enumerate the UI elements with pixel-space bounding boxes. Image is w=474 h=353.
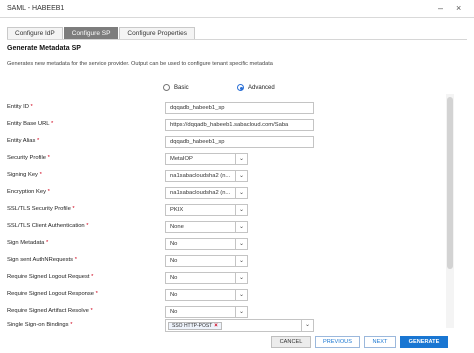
minimize-icon[interactable]: – (438, 2, 443, 14)
scrollbar-thumb[interactable] (447, 97, 453, 269)
generate-button[interactable]: GENERATE (400, 336, 448, 348)
encryption-key-select[interactable]: na1sabacloudsha2 (n... ⌄ (165, 187, 248, 199)
ssl-tls-security-profile-select[interactable]: PKIX ⌄ (165, 204, 248, 216)
chevron-down-icon: ⌄ (235, 273, 247, 283)
require-signed-logout-request-label: Require Signed Logout Request * (7, 274, 94, 280)
ssl-tls-client-auth-select[interactable]: None ⌄ (165, 221, 248, 233)
sso-bindings-label: Single Sign-on Bindings * (7, 322, 73, 328)
advanced-radio-label: Advanced (248, 84, 275, 91)
entity-alias-label: Entity Alias * (7, 138, 40, 144)
require-signed-artifact-resolve-label: Require Signed Artifact Resolve * (7, 308, 93, 314)
entity-base-url-input[interactable]: https://dqqadb_habeeb1.sabacloud.com/Sab… (165, 119, 314, 131)
chevron-down-icon: ⌄ (235, 239, 247, 249)
security-profile-label: Security Profile * (7, 155, 50, 161)
signing-key-select[interactable]: na1sabacloudsha2 (n... ⌄ (165, 170, 248, 182)
chevron-down-icon: ⌄ (235, 154, 247, 164)
window-titlebar: SAML - HABEEB1 – × (0, 0, 474, 18)
sso-binding-chip: SSO HTTP-POST × (168, 322, 222, 330)
require-signed-logout-response-select[interactable]: No ⌄ (165, 289, 248, 301)
basic-radio-option[interactable]: Basic (163, 84, 189, 91)
remove-chip-icon[interactable]: × (214, 323, 218, 330)
section-description: Generates new metadata for the service p… (7, 61, 273, 67)
chevron-down-icon: ⌄ (235, 307, 247, 317)
tab-divider (7, 39, 467, 40)
security-profile-select[interactable]: MetaIOP ⌄ (165, 153, 248, 165)
previous-button[interactable]: PREVIOUS (315, 336, 360, 348)
close-icon[interactable]: × (456, 2, 461, 14)
sign-sent-authn-label: Sign sent AuthNRequests * (7, 257, 77, 263)
basic-radio[interactable] (163, 84, 170, 91)
form-scrollbar[interactable] (446, 94, 454, 328)
advanced-radio[interactable] (237, 84, 244, 91)
section-heading: Generate Metadata SP (7, 45, 81, 52)
chevron-down-icon: ⌄ (235, 256, 247, 266)
sign-sent-authn-select[interactable]: No ⌄ (165, 255, 248, 267)
require-signed-logout-request-select[interactable]: No ⌄ (165, 272, 248, 284)
ssl-tls-security-profile-label: SSL/TLS Security Profile * (7, 206, 75, 212)
chevron-down-icon: ⌄ (235, 171, 247, 181)
require-signed-artifact-resolve-select[interactable]: No ⌄ (165, 306, 248, 318)
window-title: SAML - HABEEB1 (7, 5, 65, 12)
encryption-key-label: Encryption Key * (7, 189, 50, 195)
chevron-down-icon: ⌄ (301, 320, 313, 331)
sso-bindings-multiselect[interactable]: SSO HTTP-POST × ⌄ (165, 319, 314, 332)
entity-id-input[interactable]: dqqadb_habeeb1_sp (165, 102, 314, 114)
entity-alias-input[interactable]: dqqadb_habeeb1_sp (165, 136, 314, 148)
chevron-down-icon: ⌄ (235, 222, 247, 232)
require-signed-logout-response-label: Require Signed Logout Response * (7, 291, 98, 297)
basic-radio-label: Basic (174, 84, 189, 91)
next-button[interactable]: NEXT (364, 336, 396, 348)
chevron-down-icon: ⌄ (235, 188, 247, 198)
cancel-button[interactable]: CANCEL (271, 336, 311, 348)
advanced-radio-option[interactable]: Advanced (237, 84, 275, 91)
entity-base-url-label: Entity Base URL * (7, 121, 54, 127)
chevron-down-icon: ⌄ (235, 290, 247, 300)
sign-metadata-select[interactable]: No ⌄ (165, 238, 248, 250)
ssl-tls-client-auth-label: SSL/TLS Client Authentication * (7, 223, 89, 229)
chevron-down-icon: ⌄ (235, 205, 247, 215)
sso-binding-chip-label: SSO HTTP-POST (172, 322, 213, 329)
signing-key-label: Signing Key * (7, 172, 42, 178)
entity-id-label: Entity ID * (7, 104, 33, 110)
sign-metadata-label: Sign Metadata * (7, 240, 49, 246)
